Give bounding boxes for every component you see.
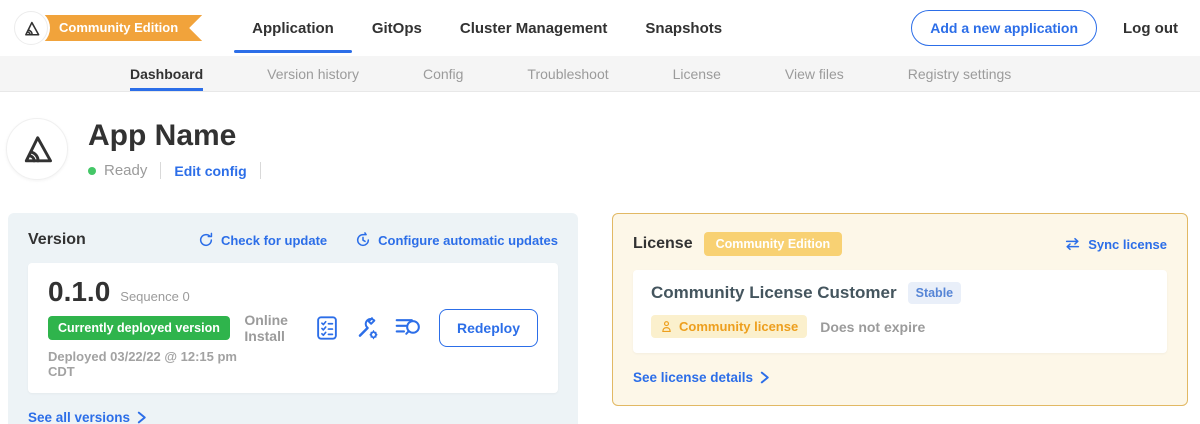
edit-config-link[interactable]: Edit config: [174, 163, 246, 179]
subtab-view-files[interactable]: View files: [785, 56, 844, 91]
license-card-title: License: [633, 235, 693, 253]
channel-badge: Stable: [908, 282, 962, 304]
redeploy-button[interactable]: Redeploy: [439, 309, 538, 347]
version-card: Version Check for update: [8, 213, 578, 424]
subtab-troubleshoot[interactable]: Troubleshoot: [527, 56, 608, 91]
tab-cluster-management[interactable]: Cluster Management: [458, 0, 610, 56]
brand: Community Edition: [14, 11, 202, 45]
status-text: Ready: [104, 162, 147, 179]
logout-button[interactable]: Log out: [1123, 20, 1178, 37]
wrench-gear-config-icon[interactable]: [354, 315, 380, 341]
deployed-timestamp: Deployed 03/22/22 @ 12:15 pm CDT: [48, 349, 244, 379]
license-type-badge: Community license: [651, 315, 807, 338]
license-card: License Community Edition Sync license: [612, 213, 1188, 406]
add-new-application-button[interactable]: Add a new application: [911, 10, 1097, 46]
main-nav: Application GitOps Cluster Management Sn…: [250, 0, 758, 56]
preflight-checklist-icon[interactable]: [315, 315, 339, 341]
see-license-details-link[interactable]: See license details: [633, 370, 1167, 385]
sequence-label: Sequence 0: [120, 289, 189, 304]
subtab-dashboard[interactable]: Dashboard: [130, 56, 203, 91]
subtab-license[interactable]: License: [673, 56, 721, 91]
top-header: Community Edition Application GitOps Clu…: [0, 0, 1200, 56]
configure-automatic-updates-link[interactable]: Configure automatic updates: [355, 232, 558, 248]
app-heading: App Name Ready Edit config: [0, 92, 1200, 180]
deployed-badge: Currently deployed version: [48, 316, 230, 340]
header-right: Add a new application Log out: [911, 10, 1178, 46]
replicated-logo-icon: [14, 11, 48, 45]
current-version-panel: 0.1.0 Sequence 0 Currently deployed vers…: [28, 263, 558, 393]
app-logo-icon: [6, 118, 68, 180]
status-dot: [88, 167, 96, 175]
divider: [260, 162, 261, 179]
check-for-update-link[interactable]: Check for update: [198, 232, 327, 248]
person-icon: [660, 320, 673, 333]
edition-ribbon-badge: Community Edition: [31, 15, 202, 41]
chevron-right-icon: [759, 371, 770, 384]
expiry-text: Does not expire: [820, 319, 925, 335]
refresh-icon: [198, 232, 214, 248]
swap-arrows-icon: [1064, 237, 1081, 251]
tab-snapshots[interactable]: Snapshots: [643, 0, 724, 56]
log-search-icon[interactable]: [395, 316, 422, 339]
subtab-config[interactable]: Config: [423, 56, 463, 91]
version-card-title: Version: [28, 231, 86, 249]
version-number: 0.1.0: [48, 276, 110, 308]
community-edition-badge: Community Edition: [704, 232, 843, 256]
customer-name: Community License Customer: [651, 283, 897, 303]
see-all-versions-link[interactable]: See all versions: [28, 410, 558, 424]
tab-gitops[interactable]: GitOps: [370, 0, 424, 56]
clock-history-icon: [355, 232, 371, 248]
app-subnav: Dashboard Version history Config Trouble…: [0, 56, 1200, 92]
install-type-label: Online Install: [244, 312, 298, 344]
page-title: App Name: [88, 119, 274, 153]
tab-application[interactable]: Application: [250, 0, 336, 56]
subtab-registry-settings[interactable]: Registry settings: [908, 56, 1011, 91]
subtab-version-history[interactable]: Version history: [267, 56, 359, 91]
license-detail-panel: Community License Customer Stable Commun…: [633, 270, 1167, 353]
sync-license-link[interactable]: Sync license: [1064, 237, 1167, 252]
chevron-right-icon: [136, 411, 147, 424]
divider: [160, 162, 161, 179]
dashboard-cards: Version Check for update: [0, 180, 1200, 424]
